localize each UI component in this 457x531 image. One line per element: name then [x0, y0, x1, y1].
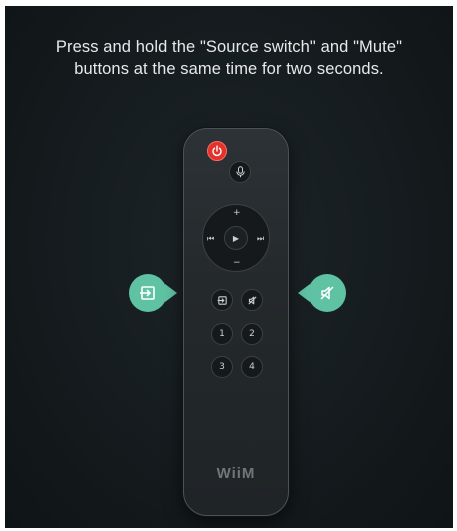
source-switch-small-icon — [217, 295, 227, 305]
next-track-icon: ⏭ — [257, 234, 265, 243]
mute-callout — [308, 274, 346, 312]
source-switch-callout — [129, 274, 167, 312]
preset-button-2: 2 — [241, 323, 263, 345]
source-switch-icon — [140, 286, 155, 300]
preset-button-1: 1 — [211, 323, 233, 345]
source-switch-button — [211, 289, 233, 311]
play-icon: ▶ — [232, 233, 240, 243]
screen: Press and hold the "Source switch" and "… — [5, 6, 453, 528]
volume-up-label: + — [233, 208, 241, 218]
power-icon — [212, 145, 222, 157]
mute-small-icon — [247, 295, 257, 305]
preset-button-4: 4 — [241, 356, 263, 378]
instruction-line-2: buttons at the same time for two seconds… — [74, 60, 384, 78]
microphone-icon — [235, 166, 245, 178]
directional-pad: + − ⏮ ⏭ ▶ — [202, 204, 270, 272]
power-button — [207, 141, 227, 161]
instruction-text: Press and hold the "Source switch" and "… — [5, 36, 453, 80]
mute-button — [241, 289, 263, 311]
mute-icon — [320, 286, 334, 300]
voice-button — [229, 161, 251, 183]
remote-control: + − ⏮ ⏭ ▶ 1 2 3 4 WiiM — [183, 128, 289, 516]
volume-down-label: − — [233, 258, 241, 268]
play-pause-button: ▶ — [224, 226, 248, 250]
previous-track-icon: ⏮ — [207, 234, 215, 243]
instruction-line-1: Press and hold the "Source switch" and "… — [55, 38, 403, 56]
preset-button-3: 3 — [211, 356, 233, 378]
brand-logo: WiiM — [216, 465, 256, 482]
